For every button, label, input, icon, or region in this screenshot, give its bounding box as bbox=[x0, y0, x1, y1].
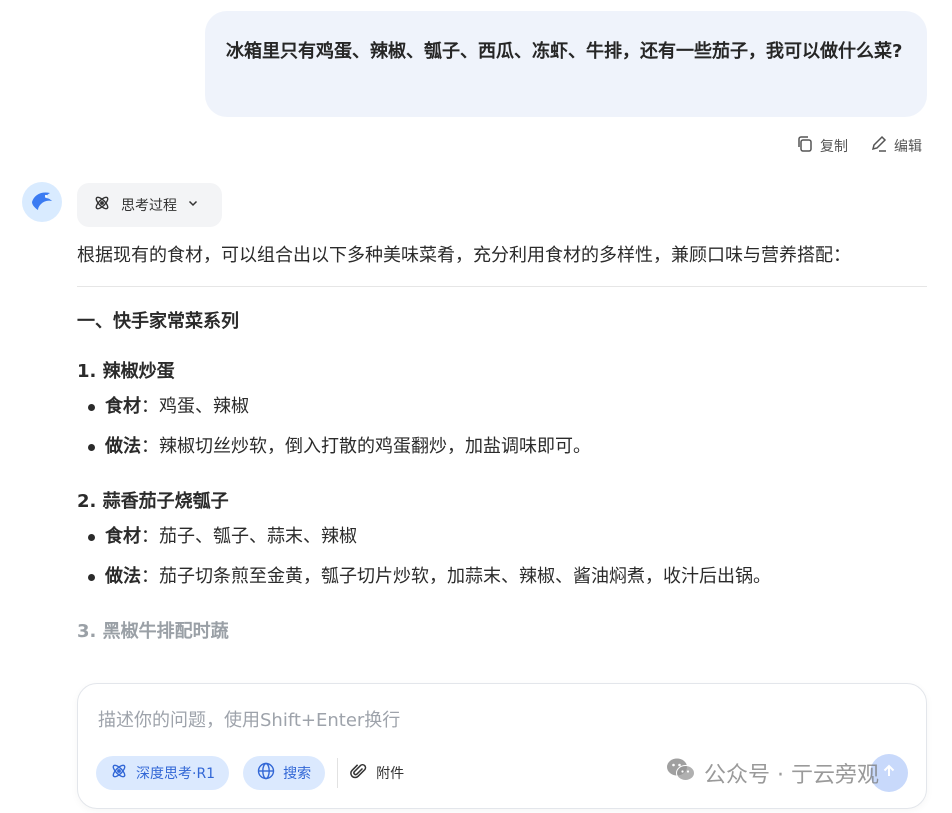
copy-icon bbox=[796, 135, 814, 157]
atom-icon bbox=[110, 762, 128, 784]
edit-label: 编辑 bbox=[894, 139, 922, 155]
divider bbox=[77, 286, 927, 287]
method-label: 做法 bbox=[105, 436, 141, 457]
chat-composer: 深度思考·R1 搜索 附件 bbox=[77, 683, 927, 809]
ingredients-item: 食材：茄子、瓠子、蒜末、辣椒 bbox=[88, 517, 927, 557]
method-item: 做法：辣椒切丝炒软，倒入打散的鸡蛋翻炒，加盐调味即可。 bbox=[88, 427, 927, 467]
dish-details: 食材：鸡蛋、辣椒 做法：辣椒切丝炒软，倒入打散的鸡蛋翻炒，加盐调味即可。 bbox=[77, 387, 927, 467]
deep-think-label: 深度思考·R1 bbox=[136, 766, 216, 782]
ingredients-label: 食材 bbox=[105, 526, 141, 547]
method-item: 做法：茄子切条煎至金黄，瓠子切片炒软，加蒜末、辣椒、酱油焖煮，收汁后出锅。 bbox=[88, 557, 927, 597]
attach-button[interactable]: 附件 bbox=[350, 762, 404, 784]
dish-title: 2. 蒜香茄子烧瓠子 bbox=[77, 491, 229, 512]
section-title: 一、快手家常菜系列 bbox=[77, 311, 239, 332]
dish-title: 1. 辣椒炒蛋 bbox=[77, 361, 175, 382]
answer-intro: 根据现有的食材，可以组合出以下多种美味菜肴，充分利用食材的多样性，兼顾口味与营养… bbox=[77, 245, 851, 266]
message-actions: 复制 编辑 bbox=[796, 135, 922, 157]
assistant-answer: 根据现有的食材，可以组合出以下多种美味菜肴，充分利用食材的多样性，兼顾口味与营养… bbox=[77, 238, 927, 647]
user-message-bubble: 冰箱里只有鸡蛋、辣椒、瓠子、西瓜、冻虾、牛排，还有一些茄子，我可以做什么菜? bbox=[205, 11, 927, 117]
ingredients-text: ：茄子、瓠子、蒜末、辣椒 bbox=[141, 526, 357, 547]
paperclip-icon bbox=[350, 762, 368, 784]
chat-page: 冰箱里只有鸡蛋、辣椒、瓠子、西瓜、冻虾、牛排，还有一些茄子，我可以做什么菜? 复… bbox=[0, 0, 952, 813]
chevron-down-icon bbox=[187, 197, 199, 213]
thinking-label: 思考过程 bbox=[121, 198, 177, 214]
copy-button[interactable]: 复制 bbox=[796, 135, 848, 157]
copy-label: 复制 bbox=[820, 139, 848, 155]
dish-details: 食材：茄子、瓠子、蒜末、辣椒 做法：茄子切条煎至金黄，瓠子切片炒软，加蒜末、辣椒… bbox=[77, 517, 927, 597]
globe-icon bbox=[257, 762, 275, 784]
attach-label: 附件 bbox=[376, 766, 405, 782]
whale-logo-icon bbox=[29, 187, 55, 217]
dish-title: 3. 黑椒牛排配时蔬 bbox=[77, 621, 229, 642]
user-message-text: 冰箱里只有鸡蛋、辣椒、瓠子、西瓜、冻虾、牛排，还有一些茄子，我可以做什么菜? bbox=[226, 41, 903, 62]
composer-tools: 深度思考·R1 搜索 附件 bbox=[96, 756, 404, 790]
atom-icon bbox=[93, 194, 111, 216]
deep-think-toggle[interactable]: 深度思考·R1 bbox=[96, 756, 230, 790]
send-button[interactable] bbox=[870, 754, 908, 792]
method-label: 做法 bbox=[105, 566, 141, 587]
edit-button[interactable]: 编辑 bbox=[870, 135, 922, 157]
thinking-process-toggle[interactable]: 思考过程 bbox=[77, 183, 222, 227]
ingredients-text: ：鸡蛋、辣椒 bbox=[141, 396, 249, 417]
ingredients-item: 食材：鸡蛋、辣椒 bbox=[88, 387, 927, 427]
ingredients-label: 食材 bbox=[105, 396, 141, 417]
assistant-avatar bbox=[22, 182, 62, 222]
method-text: ：茄子切条煎至金黄，瓠子切片炒软，加蒜末、辣椒、酱油焖煮，收汁后出锅。 bbox=[141, 566, 771, 587]
message-input[interactable] bbox=[96, 704, 900, 736]
search-toggle[interactable]: 搜索 bbox=[243, 756, 326, 790]
edit-icon bbox=[870, 135, 888, 157]
method-text: ：辣椒切丝炒软，倒入打散的鸡蛋翻炒，加盐调味即可。 bbox=[141, 436, 591, 457]
search-label: 搜索 bbox=[283, 766, 312, 782]
send-arrow-icon bbox=[881, 763, 897, 783]
tool-separator bbox=[337, 758, 339, 788]
